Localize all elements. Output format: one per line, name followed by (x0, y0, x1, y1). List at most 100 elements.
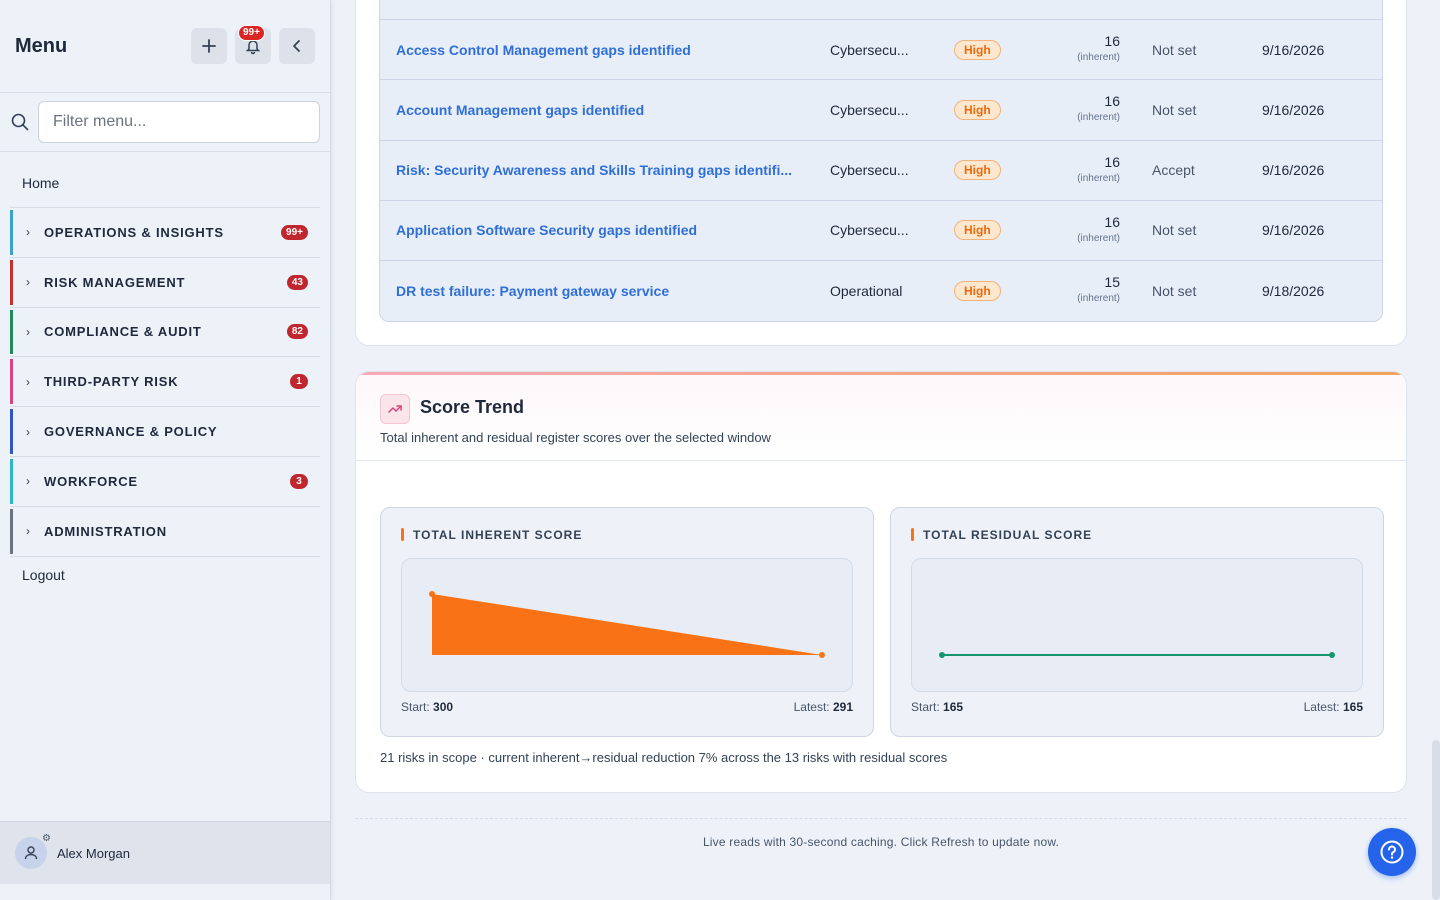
chevron-right-icon: › (26, 474, 30, 489)
risk-due-date: 9/16/2026 (1262, 101, 1325, 118)
score-trend-header: Score Trend Total inherent and residual … (356, 375, 1406, 461)
nav-section-label: GOVERNANCE & POLICY (44, 424, 218, 440)
nav-section-third-party-risk[interactable]: › THIRD-PARTY RISK 1 (10, 356, 320, 406)
risk-due-date: 9/16/2026 (1262, 41, 1325, 58)
start-prefix: Start: (911, 700, 940, 714)
risk-title-link[interactable]: DR test failure: Payment gateway service (396, 283, 669, 299)
risk-title-link[interactable]: Account Management gaps identified (396, 102, 644, 118)
collapse-sidebar-button[interactable] (279, 28, 315, 64)
score-trend-card: Score Trend Total inherent and residual … (355, 371, 1407, 793)
risk-response: Not set (1152, 101, 1197, 118)
nav-section-operations-insights[interactable]: › OPERATIONS & INSIGHTS 99+ (10, 207, 320, 257)
table-row[interactable]: Account Management gaps identified Cybers… (380, 80, 1382, 141)
nav-section-workforce[interactable]: › WORKFORCE 3 (10, 455, 320, 506)
chevron-right-icon: › (26, 424, 30, 439)
menu-title: Menu (15, 34, 68, 57)
data-point (1329, 652, 1335, 658)
section-color-bar (10, 309, 13, 355)
table-row[interactable]: Application Software Security gaps ident… (380, 200, 1382, 261)
latest-prefix: Latest: (793, 700, 830, 714)
nav-section-administration[interactable]: › ADMINISTRATION (10, 505, 320, 556)
scrollbar[interactable] (1432, 740, 1440, 900)
chevron-right-icon: › (26, 275, 30, 290)
inherent-score-panel: TOTAL INHERENT SCORE Start: 300 Latest: … (380, 507, 874, 737)
nav-section-label: OPERATIONS & INSIGHTS (44, 224, 224, 240)
chevron-right-icon: › (26, 225, 30, 240)
nav-section-label: WORKFORCE (44, 473, 138, 489)
residual-score-panel: TOTAL RESIDUAL SCORE Start: 165 Latest: … (890, 507, 1384, 737)
risk-title-link[interactable]: Risk: Security Awareness and Skills Trai… (396, 162, 792, 178)
table-row[interactable]: Risk: Security Awareness and Skills Trai… (380, 140, 1382, 201)
nav-section-label: RISK MANAGEMENT (44, 274, 186, 290)
start-prefix: Start: (401, 700, 430, 714)
risk-category: Cybersecu... (830, 101, 909, 118)
inherent-start-value: 300 (433, 700, 454, 714)
risk-table: Phishing campaign leads to workforce cre… (379, 0, 1383, 322)
risk-score: 16 (1104, 33, 1120, 50)
risk-response: Not set (1152, 41, 1197, 58)
risk-response: Not set (1152, 283, 1197, 300)
table-row[interactable]: Access Control Management gaps identifie… (380, 20, 1382, 81)
inherent-latest: Latest: 291 (794, 700, 853, 714)
notification-count-badge: 99+ (238, 25, 265, 41)
data-point (429, 591, 435, 597)
main-content: Phishing campaign leads to workforce cre… (331, 0, 1440, 900)
nav-section-count: 3 (290, 473, 308, 489)
data-point (939, 652, 945, 658)
help-button[interactable] (1368, 828, 1416, 876)
chevron-right-icon: › (26, 324, 30, 339)
risk-score-note: (inherent) (1077, 232, 1120, 244)
nav-section-compliance-audit[interactable]: › COMPLIANCE & AUDIT 82 (10, 306, 320, 357)
table-row[interactable]: Phishing campaign leads to workforce cre… (380, 0, 1382, 21)
chevron-right-icon: › (26, 374, 30, 389)
notifications-button[interactable]: 99+ (235, 25, 271, 64)
section-color-bar (10, 409, 13, 454)
filter-row (0, 93, 330, 152)
nav-section-label: ADMINISTRATION (44, 523, 167, 539)
residual-start: Start: 165 (911, 700, 963, 714)
inherent-score-svg (429, 591, 825, 658)
severity-badge: High (954, 281, 1001, 302)
risk-score-note: (inherent) (1077, 112, 1120, 124)
severity-badge: High (954, 99, 1001, 120)
user-profile[interactable]: ⚙ Alex Morgan (0, 821, 330, 884)
risk-title-link[interactable]: Access Control Management gaps identifie… (396, 42, 691, 58)
severity-badge: High (954, 39, 1001, 60)
residual-start-value: 165 (943, 700, 964, 714)
section-color-bar (10, 259, 13, 305)
inherent-start: Start: 300 (401, 700, 453, 714)
data-point (819, 652, 825, 658)
nav-section-label: THIRD-PARTY RISK (44, 374, 179, 390)
help-circle-icon (1380, 840, 1404, 864)
score-trend-title: Score Trend (420, 397, 525, 417)
residual-latest-value: 165 (1342, 700, 1363, 714)
avatar: ⚙ (15, 833, 51, 869)
inherent-score-chart (401, 558, 853, 692)
section-color-bar (10, 359, 13, 405)
nav-section-risk-management[interactable]: › RISK MANAGEMENT 43 (10, 256, 320, 307)
filter-menu-input[interactable] (38, 101, 320, 143)
add-button[interactable] (191, 28, 227, 64)
plus-icon (202, 39, 216, 53)
risk-due-date: 9/16/2026 (1262, 162, 1325, 179)
inherent-score-label: TOTAL INHERENT SCORE (401, 528, 582, 542)
nav-section-count: 1 (290, 374, 308, 390)
nav-section-governance-policy[interactable]: › GOVERNANCE & POLICY (10, 406, 320, 456)
risk-score: 16 (1104, 213, 1120, 230)
search-icon (11, 113, 29, 131)
risk-category: Cybersecu... (830, 162, 909, 179)
risk-score: 16 (1104, 93, 1120, 110)
risk-title-link[interactable]: Application Software Security gaps ident… (396, 222, 697, 238)
table-row[interactable]: DR test failure: Payment gateway service… (380, 260, 1382, 321)
score-trend-summary: 21 risks in scope · current inherent→res… (380, 750, 948, 765)
score-trend-subtitle: Total inherent and residual register sco… (380, 430, 771, 445)
severity-badge: High (954, 160, 1001, 181)
sidebar: Menu 99+ Home ›OPERATIONS & INSIGHTS99+›… (0, 0, 331, 900)
nav-home[interactable]: Home (0, 152, 330, 207)
chevron-right-icon: › (26, 524, 30, 539)
nav-logout[interactable]: Logout (0, 557, 330, 593)
user-icon (24, 846, 38, 860)
residual-score-chart (911, 558, 1363, 692)
inherent-latest-value: 291 (832, 700, 853, 714)
risk-category: Cybersecu... (830, 41, 909, 58)
